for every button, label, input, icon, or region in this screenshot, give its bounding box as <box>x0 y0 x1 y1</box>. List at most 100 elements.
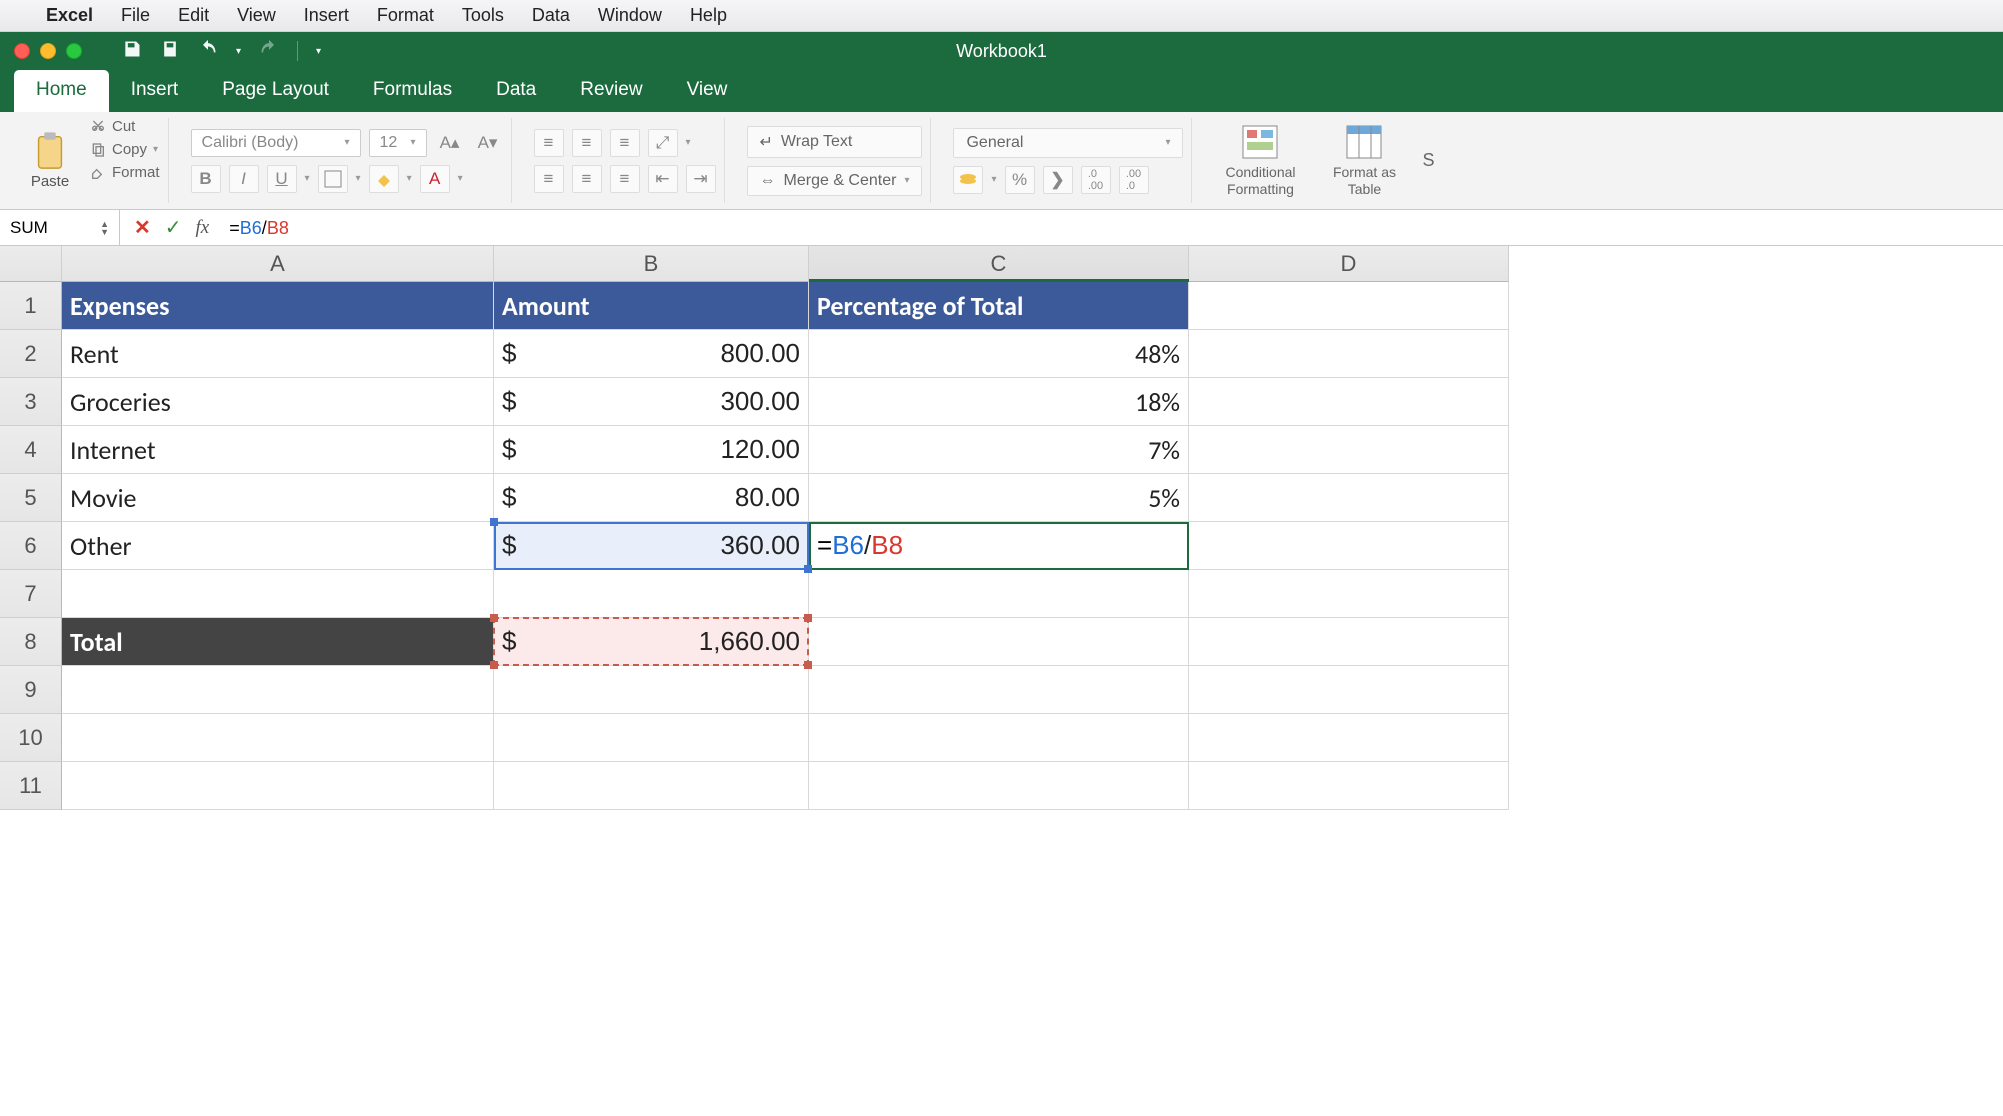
menu-edit[interactable]: Edit <box>178 5 209 26</box>
cell-c2[interactable]: 48% <box>809 330 1189 378</box>
paste-button[interactable]: Paste <box>18 118 82 203</box>
cell-c10[interactable] <box>809 714 1189 762</box>
accounting-format-icon[interactable] <box>953 166 983 194</box>
copy-button[interactable]: Copy▾ <box>90 141 160 158</box>
cell-a10[interactable] <box>62 714 494 762</box>
row-header-6[interactable]: 6 <box>0 522 62 570</box>
cell-a5[interactable]: Movie <box>62 474 494 522</box>
align-left-icon[interactable]: ≡ <box>534 165 564 193</box>
orientation-icon[interactable]: ⤢ <box>648 129 678 157</box>
tab-formulas[interactable]: Formulas <box>351 70 474 112</box>
merge-center-button[interactable]: ⇔Merge & Center▾ <box>747 166 923 196</box>
cell-b9[interactable] <box>494 666 809 714</box>
cell-c4[interactable]: 7% <box>809 426 1189 474</box>
wrap-text-button[interactable]: ↵Wrap Text <box>747 126 923 158</box>
align-middle-icon[interactable]: ≡ <box>572 129 602 157</box>
font-color-button[interactable]: A <box>420 165 450 193</box>
percent-format-icon[interactable]: % <box>1005 166 1035 194</box>
row-header-10[interactable]: 10 <box>0 714 62 762</box>
align-bottom-icon[interactable]: ≡ <box>610 129 640 157</box>
cell-c11[interactable] <box>809 762 1189 810</box>
bold-button[interactable]: B <box>191 165 221 193</box>
cell-d6[interactable] <box>1189 522 1509 570</box>
formula-input[interactable]: =B6/B8 <box>223 217 2003 239</box>
align-top-icon[interactable]: ≡ <box>534 129 564 157</box>
cell-d10[interactable] <box>1189 714 1509 762</box>
cell-c5[interactable]: 5% <box>809 474 1189 522</box>
format-painter-button[interactable]: Format <box>90 164 160 181</box>
cell-d1[interactable] <box>1189 282 1509 330</box>
row-header-3[interactable]: 3 <box>0 378 62 426</box>
comma-format-icon[interactable]: ❯ <box>1043 166 1073 194</box>
cell-d9[interactable] <box>1189 666 1509 714</box>
cut-button[interactable]: Cut <box>90 118 160 135</box>
menu-window[interactable]: Window <box>598 5 662 26</box>
row-header-7[interactable]: 7 <box>0 570 62 618</box>
col-header-c[interactable]: C <box>809 246 1189 282</box>
redo-icon[interactable] <box>259 39 279 64</box>
cell-a2[interactable]: Rent <box>62 330 494 378</box>
col-header-a[interactable]: A <box>62 246 494 282</box>
close-window-button[interactable] <box>14 43 30 59</box>
row-header-9[interactable]: 9 <box>0 666 62 714</box>
name-box[interactable]: SUM ▲▼ <box>0 210 120 245</box>
row-header-11[interactable]: 11 <box>0 762 62 810</box>
decrease-font-icon[interactable]: A▾ <box>473 129 503 157</box>
fx-icon[interactable]: fx <box>196 217 210 239</box>
decrease-decimal-icon[interactable]: .00.0 <box>1119 166 1149 194</box>
cell-a3[interactable]: Groceries <box>62 378 494 426</box>
tab-insert[interactable]: Insert <box>109 70 201 112</box>
underline-button[interactable]: U <box>267 165 297 193</box>
cell-c8[interactable] <box>809 618 1189 666</box>
select-all-corner[interactable] <box>0 246 62 282</box>
align-center-icon[interactable]: ≡ <box>572 165 602 193</box>
cell-a9[interactable] <box>62 666 494 714</box>
cell-b3[interactable]: $300.00 <box>494 378 809 426</box>
cell-b6[interactable]: $360.00 <box>494 522 809 570</box>
increase-decimal-icon[interactable]: .0.00 <box>1081 166 1111 194</box>
cell-a11[interactable] <box>62 762 494 810</box>
border-button[interactable] <box>318 165 348 193</box>
cell-d8[interactable] <box>1189 618 1509 666</box>
italic-button[interactable]: I <box>229 165 259 193</box>
cell-a4[interactable]: Internet <box>62 426 494 474</box>
increase-indent-icon[interactable]: ⇥ <box>686 165 716 193</box>
font-name-select[interactable]: Calibri (Body)▾ <box>191 129 361 157</box>
enter-formula-icon[interactable]: ✓ <box>165 215 182 240</box>
menu-help[interactable]: Help <box>690 5 727 26</box>
font-size-select[interactable]: 12▾ <box>369 129 427 157</box>
tab-page-layout[interactable]: Page Layout <box>200 70 351 112</box>
col-header-b[interactable]: B <box>494 246 809 282</box>
menu-file[interactable]: File <box>121 5 150 26</box>
cell-b5[interactable]: $80.00 <box>494 474 809 522</box>
cell-d2[interactable] <box>1189 330 1509 378</box>
minimize-window-button[interactable] <box>40 43 56 59</box>
cell-a7[interactable] <box>62 570 494 618</box>
align-right-icon[interactable]: ≡ <box>610 165 640 193</box>
cell-b1[interactable]: Amount <box>494 282 809 330</box>
increase-font-icon[interactable]: A▴ <box>435 129 465 157</box>
menu-tools[interactable]: Tools <box>462 5 504 26</box>
row-header-8[interactable]: 8 <box>0 618 62 666</box>
tab-home[interactable]: Home <box>14 70 109 112</box>
cell-d3[interactable] <box>1189 378 1509 426</box>
tab-data[interactable]: Data <box>474 70 558 112</box>
cell-b7[interactable] <box>494 570 809 618</box>
undo-dropdown[interactable]: ▾ <box>236 46 241 57</box>
save-icon[interactable] <box>122 39 142 64</box>
cell-b8[interactable]: $1,660.00 <box>494 618 809 666</box>
cell-c3[interactable]: 18% <box>809 378 1189 426</box>
menu-insert[interactable]: Insert <box>304 5 349 26</box>
cell-c7[interactable] <box>809 570 1189 618</box>
undo-icon[interactable] <box>198 39 218 64</box>
menu-view[interactable]: View <box>237 5 276 26</box>
cell-b10[interactable] <box>494 714 809 762</box>
menu-format[interactable]: Format <box>377 5 434 26</box>
zoom-window-button[interactable] <box>66 43 82 59</box>
tab-view[interactable]: View <box>665 70 750 112</box>
cell-c6[interactable]: =B6/B8 <box>809 522 1189 570</box>
cancel-formula-icon[interactable]: ✕ <box>134 215 151 240</box>
row-header-5[interactable]: 5 <box>0 474 62 522</box>
cell-b2[interactable]: $800.00 <box>494 330 809 378</box>
app-name[interactable]: Excel <box>46 5 93 26</box>
